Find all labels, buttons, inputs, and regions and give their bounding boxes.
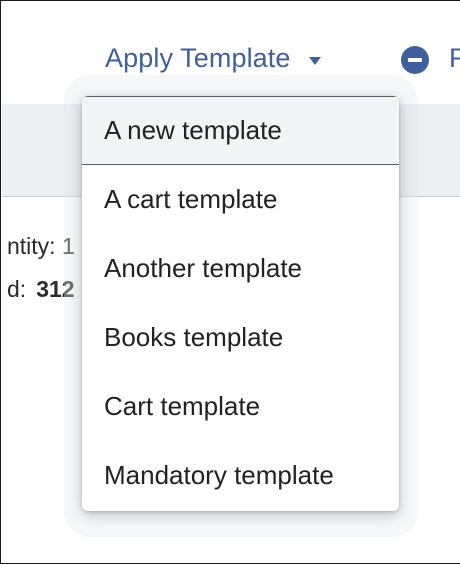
trailing-header-label[interactable]: R bbox=[449, 43, 460, 74]
menu-item-a-cart-template[interactable]: A cart template bbox=[82, 165, 399, 234]
app-window: Apply Template R ntity: 1 d:312 A new te… bbox=[0, 0, 460, 564]
minus-circle-icon[interactable] bbox=[401, 46, 429, 74]
menu-item-another-template[interactable]: Another template bbox=[82, 234, 399, 303]
id-label: d: bbox=[7, 276, 27, 302]
menu-item-books-template[interactable]: Books template bbox=[82, 303, 399, 372]
apply-template-label: Apply Template bbox=[105, 43, 291, 73]
apply-template-dropdown-toggle[interactable]: Apply Template bbox=[105, 43, 321, 74]
menu-item-mandatory-template[interactable]: Mandatory template bbox=[82, 441, 399, 510]
template-dropdown-menu: A new template A cart template Another t… bbox=[82, 96, 399, 511]
menu-item-cart-template[interactable]: Cart template bbox=[82, 372, 399, 441]
menu-item-a-new-template[interactable]: A new template bbox=[82, 96, 399, 165]
chevron-down-icon bbox=[308, 56, 321, 65]
